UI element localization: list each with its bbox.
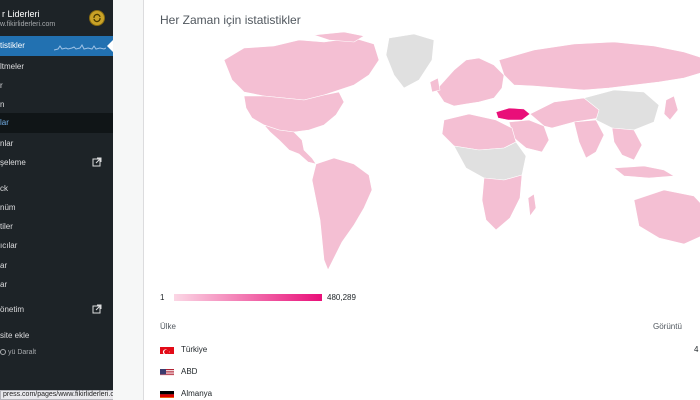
- sidebar-item-label: tistikler: [0, 41, 25, 50]
- collapse-menu-button[interactable]: yü Daralt: [0, 349, 36, 356]
- site-name[interactable]: r Liderleri: [2, 9, 40, 19]
- external-link-icon: [92, 304, 102, 314]
- column-header-views: Görüntü: [653, 322, 682, 331]
- sidebar-item-label: ar: [0, 280, 8, 289]
- sidebar-item-feedback[interactable]: şeleme: [0, 153, 113, 173]
- sidebar-item-label: n: [0, 100, 5, 109]
- sidebar-item-3[interactable]: r: [0, 76, 113, 96]
- map-turkey: [495, 107, 531, 121]
- sidebar-item-label: nüm: [0, 203, 16, 212]
- country-name: Türkiye: [181, 345, 208, 354]
- site-url[interactable]: w.fikirliderleri.com: [0, 21, 55, 28]
- admin-sidebar: r Liderleri w.fikirliderleri.com tistikl…: [0, 0, 113, 400]
- sidebar-item-label: site ekle: [0, 331, 30, 340]
- sidebar-item-label: ıcılar: [0, 241, 18, 250]
- site-avatar[interactable]: [89, 10, 105, 26]
- sidebar-item-label: ck: [0, 184, 8, 193]
- sidebar-item-add-site[interactable]: site ekle: [0, 326, 113, 346]
- map-se-asia: [611, 127, 643, 161]
- sidebar-item-label: şeleme: [0, 158, 26, 167]
- sidebar-item-label: lar: [0, 118, 9, 127]
- external-link-icon: [92, 157, 102, 167]
- status-bar-url: press.com/pages/www.fikirliderleri.com: [0, 390, 127, 400]
- legend-min: 1: [160, 293, 165, 302]
- sidebar-item-label: önetim: [0, 305, 25, 314]
- site-header[interactable]: r Liderleri w.fikirliderleri.com: [0, 6, 113, 32]
- map-greenland: [385, 33, 435, 89]
- sidebar-item-management[interactable]: önetim: [0, 300, 113, 320]
- germany-flag-icon: [160, 388, 174, 398]
- sidebar-item-users[interactable]: ıcılar: [0, 236, 113, 256]
- legend-max: 480,289: [327, 293, 356, 302]
- map-europe: [435, 57, 505, 107]
- sidebar-item-4[interactable]: n: [0, 95, 113, 115]
- sidebar-item-label: ar: [0, 261, 8, 270]
- world-map: [223, 31, 700, 271]
- country-name: Almanya: [181, 389, 213, 398]
- sidebar-item-settings[interactable]: ar: [0, 275, 113, 295]
- sidebar-item-comments[interactable]: nlar: [0, 134, 113, 154]
- column-header-country: Ülke: [160, 322, 177, 331]
- sidebar-item-stats[interactable]: tistikler: [0, 36, 113, 56]
- map-india: [573, 119, 605, 159]
- map-indonesia: [613, 165, 675, 179]
- map-japan: [663, 95, 679, 121]
- map-canada: [223, 37, 380, 101]
- page-title: Her Zaman için istatistikler: [160, 13, 301, 27]
- sidebar-item-jetpack[interactable]: ck: [0, 179, 113, 199]
- turkey-flag-icon: [160, 344, 174, 354]
- table-row[interactable]: Türkiye 4: [160, 342, 700, 356]
- sidebar-item-label: tiler: [0, 222, 13, 231]
- map-south-america: [311, 157, 373, 271]
- usa-flag-icon: [160, 366, 174, 376]
- sidebar-item-label: nlar: [0, 139, 14, 148]
- legend-gradient: [174, 294, 322, 301]
- map-russia: [498, 41, 700, 91]
- sidebar-item-upgrades[interactable]: ltmeler: [0, 57, 113, 77]
- map-uk: [429, 77, 441, 93]
- map-canada-islands: [313, 31, 365, 43]
- table-row[interactable]: ABD: [160, 364, 700, 378]
- stats-card: Her Zaman için istatistikler 1 480,289 Ü…: [143, 0, 700, 400]
- sidebar-item-plugins[interactable]: tiler: [0, 217, 113, 237]
- refresh-icon: [93, 13, 101, 23]
- country-views: 4: [694, 345, 699, 354]
- collapse-icon: [0, 349, 6, 355]
- table-row[interactable]: Almanya: [160, 386, 700, 400]
- sparkline-icon: [54, 44, 106, 51]
- sidebar-item-label: r: [0, 81, 3, 90]
- country-name: ABD: [181, 367, 198, 376]
- sidebar-item-label: ltmeler: [0, 62, 25, 71]
- sidebar-item-tools[interactable]: ar: [0, 256, 113, 276]
- map-legend: 1 480,289: [160, 292, 420, 304]
- sidebar-item-appearance[interactable]: nüm: [0, 198, 113, 218]
- map-south-africa: [481, 174, 523, 231]
- sidebar-item-pages[interactable]: lar: [0, 113, 113, 133]
- map-australia: [633, 189, 700, 245]
- collapse-label: yü Daralt: [8, 349, 37, 356]
- map-madagascar: [527, 193, 537, 217]
- main-content: Her Zaman için istatistikler 1 480,289 Ü…: [113, 0, 700, 400]
